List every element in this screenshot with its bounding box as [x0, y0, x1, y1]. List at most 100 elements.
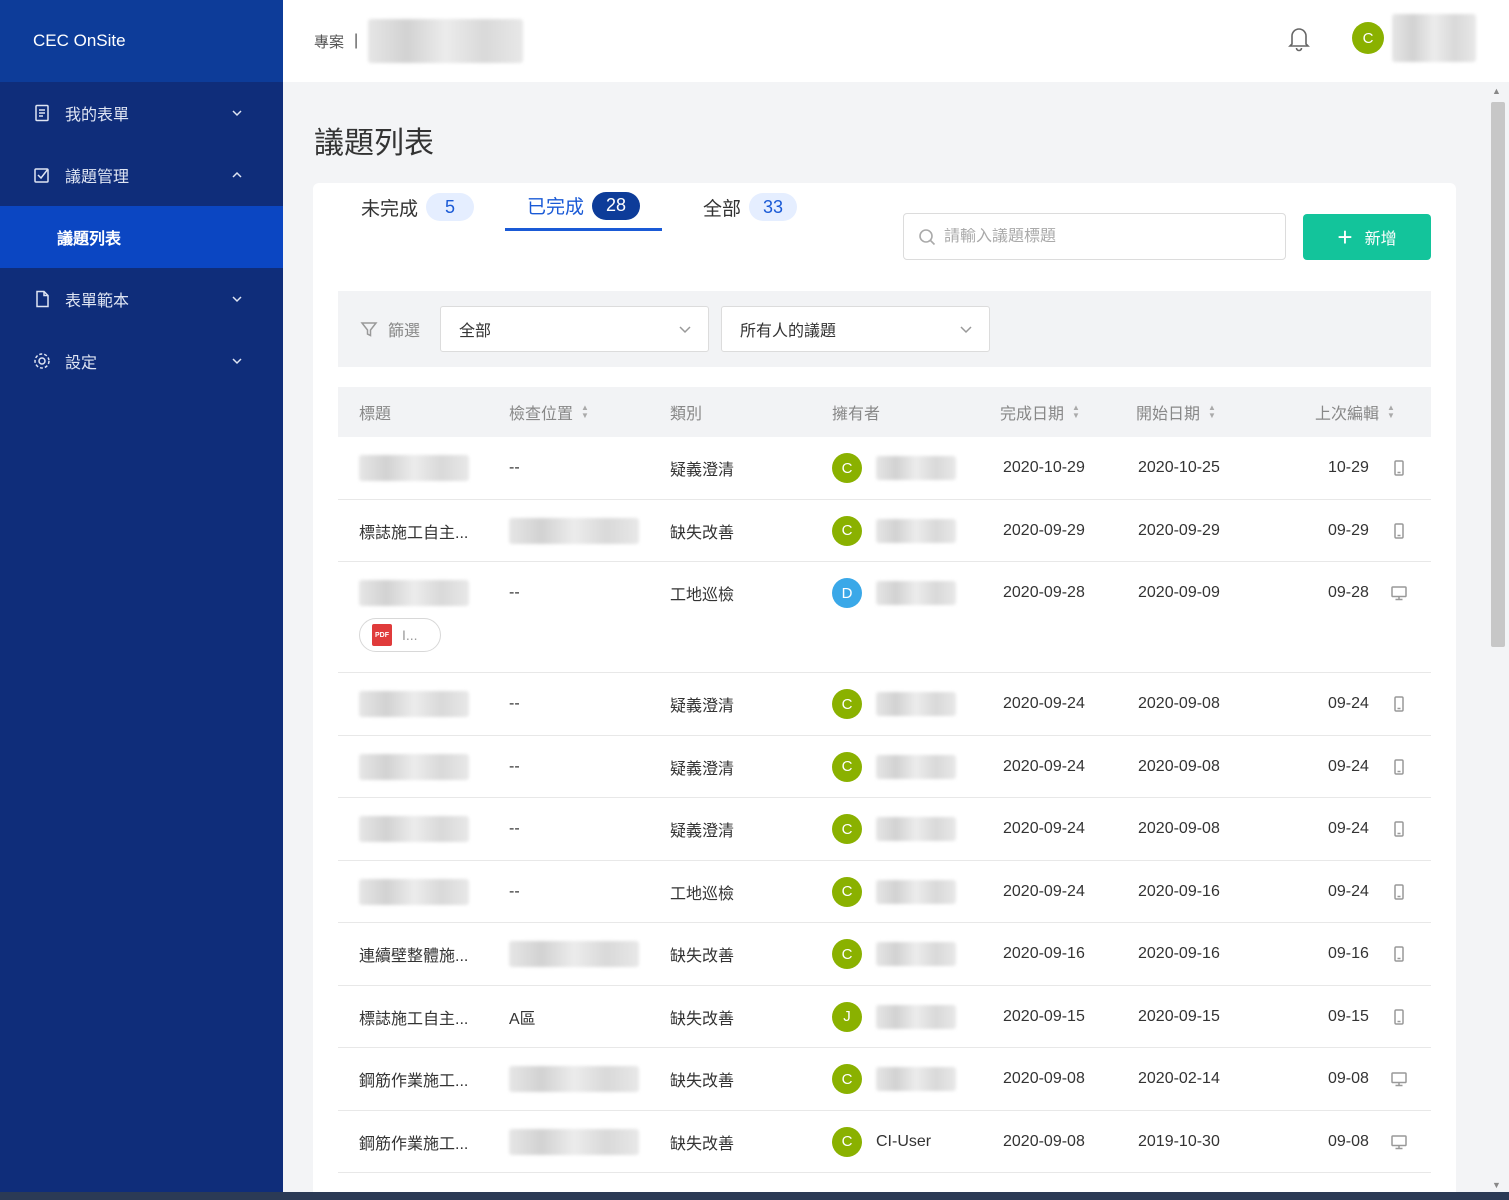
column-header-done-date[interactable]: 完成日期 ▲ ▼	[1000, 387, 1080, 437]
owner-avatar: C	[832, 1064, 862, 1095]
mobile-icon	[1390, 673, 1408, 736]
scroll-up-arrow-icon[interactable]: ▲	[1492, 86, 1501, 96]
column-header-location[interactable]: 檢查位置 ▲ ▼	[509, 387, 589, 437]
table-row[interactable]: -- 工地巡檢 D 2020-09-28 2020-09-09 09-28 PDF I..…	[338, 562, 1431, 673]
sidebar-item-label: 表單範本	[65, 293, 130, 310]
column-header-start-date[interactable]: 開始日期 ▲ ▼	[1136, 387, 1216, 437]
issue-owner: C	[832, 861, 956, 924]
owner-avatar: C	[832, 1126, 862, 1157]
done-date: 2020-09-08	[1003, 1070, 1085, 1088]
owner-name-redacted	[876, 942, 956, 967]
table-row[interactable]: -- 工地巡檢 C 2020-09-24 2020-09-16 09-24	[338, 861, 1431, 924]
table-row[interactable]: 標誌施工自主... A區 缺失改善 J 2020-09-15 2020-09-15 09…	[338, 986, 1431, 1049]
tab-count-badge: 33	[749, 193, 798, 221]
tab-incomplete[interactable]: 未完成 5	[361, 183, 475, 231]
mobile-icon	[1390, 861, 1408, 924]
issue-owner: J	[832, 986, 956, 1049]
issue-title-redacted[interactable]	[359, 673, 469, 736]
owner-select[interactable]: 所有人的議題	[721, 306, 990, 352]
mobile-icon	[1390, 500, 1408, 563]
issue-title-redacted[interactable]	[359, 861, 469, 924]
top-header: 專案 |	[283, 0, 1509, 82]
tab-completed[interactable]: 已完成 28	[505, 183, 663, 231]
project-name-redacted[interactable]	[368, 19, 524, 63]
owner-name-redacted	[876, 879, 956, 904]
issue-location: --	[509, 820, 520, 838]
scroll-down-arrow-icon[interactable]: ▼	[1492, 1180, 1501, 1190]
issue-list-card: 未完成 5 已完成 28 全部 33 + 新增 篩選 全部 所有人的議題 標題	[313, 183, 1456, 1200]
sidebar-subitem-issue-list[interactable]: 議題列表	[0, 206, 283, 268]
issue-title[interactable]: 連續壁整體施...	[359, 923, 468, 986]
app-brand[interactable]: CEC OnSite	[0, 0, 283, 82]
issue-title[interactable]: 標誌施工自主...	[359, 986, 468, 1049]
issue-location: --	[509, 695, 520, 713]
done-date: 2020-09-24	[1003, 820, 1085, 838]
issue-title-redacted[interactable]	[359, 562, 469, 625]
tab-label: 已完成	[527, 197, 585, 218]
issue-title-redacted[interactable]	[359, 736, 469, 799]
done-date: 2020-09-24	[1003, 882, 1085, 900]
issue-owner: C	[832, 673, 956, 736]
user-name-redacted[interactable]	[1392, 14, 1476, 62]
sort-icon: ▲ ▼	[1072, 403, 1080, 420]
add-issue-button[interactable]: + 新增	[1303, 214, 1431, 260]
owner-name-redacted	[876, 692, 956, 717]
column-header-owner: 擁有者	[832, 406, 881, 423]
table-row[interactable]: -- 疑義澄清 C 2020-09-24 2020-09-08 09-24	[338, 673, 1431, 736]
sidebar-item-my-forms[interactable]: 我的表單	[0, 82, 283, 144]
issue-location-redacted	[509, 500, 639, 563]
sidebar-item-form-templates[interactable]: 表單範本	[0, 268, 283, 330]
search-box[interactable]	[903, 213, 1286, 260]
search-input[interactable]	[944, 227, 1264, 246]
issue-category: 缺失改善	[670, 1073, 735, 1091]
last-edited-date: 09-28	[1328, 584, 1369, 602]
tab-label: 全部	[703, 198, 742, 220]
attachment-chip[interactable]: PDF I...	[359, 618, 441, 652]
add-button-label: 新增	[1364, 231, 1397, 248]
owner-avatar: C	[832, 689, 862, 720]
issue-title[interactable]: 鋼筋作業施工...	[359, 1048, 468, 1111]
owner-name-redacted	[876, 754, 956, 779]
owner-name-redacted	[876, 581, 956, 606]
table-row[interactable]: 鋼筋作業施工... 缺失改善 C 2020-09-08 2020-02-14 09-0…	[338, 1048, 1431, 1111]
form-icon	[33, 104, 51, 122]
tab-all[interactable]: 全部 33	[703, 183, 798, 231]
start-date: 2020-09-15	[1138, 1007, 1220, 1025]
done-date: 2020-09-16	[1003, 945, 1085, 963]
issue-owner: C	[832, 923, 956, 986]
scrollbar-thumb[interactable]	[1491, 102, 1505, 647]
breadcrumb[interactable]: 專案	[314, 31, 344, 52]
page-title: 議題列表	[314, 127, 434, 160]
tab-label: 未完成	[361, 198, 419, 220]
owner-select-value: 所有人的議題	[740, 323, 837, 340]
mobile-icon	[1390, 736, 1408, 799]
desktop-icon	[1390, 1048, 1408, 1111]
mobile-icon	[1390, 923, 1408, 986]
done-date: 2020-09-24	[1003, 757, 1085, 775]
issue-category: 工地巡檢	[670, 587, 735, 605]
filter-label: 篩選	[360, 317, 440, 341]
owner-avatar: C	[832, 515, 862, 546]
bell-icon[interactable]	[1286, 24, 1312, 52]
page-scrollbar[interactable]: ▲ ▼	[1490, 82, 1505, 1192]
table-row[interactable]: 連續壁整體施... 缺失改善 C 2020-09-16 2020-09-16 09-1…	[338, 923, 1431, 986]
sidebar-item-issue-management[interactable]: 議題管理	[0, 144, 283, 206]
issue-title[interactable]: 鋼筋作業施工...	[359, 1111, 468, 1174]
chevron-down-icon	[232, 358, 242, 365]
table-row[interactable]: 標誌施工自主... 缺失改善 C 2020-09-29 2020-09-29 09-2…	[338, 500, 1431, 563]
issue-title-redacted[interactable]	[359, 437, 469, 500]
column-header-last-edited[interactable]: 上次編輯 ▲ ▼	[1315, 387, 1395, 437]
last-edited-date: 10-29	[1328, 459, 1369, 477]
sidebar-item-settings[interactable]: 設定	[0, 330, 283, 392]
issue-title-redacted[interactable]	[359, 798, 469, 861]
table-row[interactable]: 鋼筋作業施工... 缺失改善 C CI-User 2020-09-08 2019-1…	[338, 1111, 1431, 1174]
table-row[interactable]: -- 疑義澄清 C 2020-10-29 2020-10-25 10-29	[338, 437, 1431, 500]
chevron-down-icon	[232, 110, 242, 117]
table-row[interactable]: -- 疑義澄清 C 2020-09-24 2020-09-08 09-24	[338, 736, 1431, 799]
category-select[interactable]: 全部	[440, 306, 709, 352]
user-avatar[interactable]: C	[1352, 22, 1384, 54]
table-row[interactable]: -- 疑義澄清 C 2020-09-24 2020-09-08 09-24	[338, 798, 1431, 861]
sidebar-item-label: 設定	[65, 355, 98, 372]
issue-title[interactable]: 標誌施工自主...	[359, 500, 468, 563]
issue-owner: C CI-User	[832, 1111, 931, 1174]
